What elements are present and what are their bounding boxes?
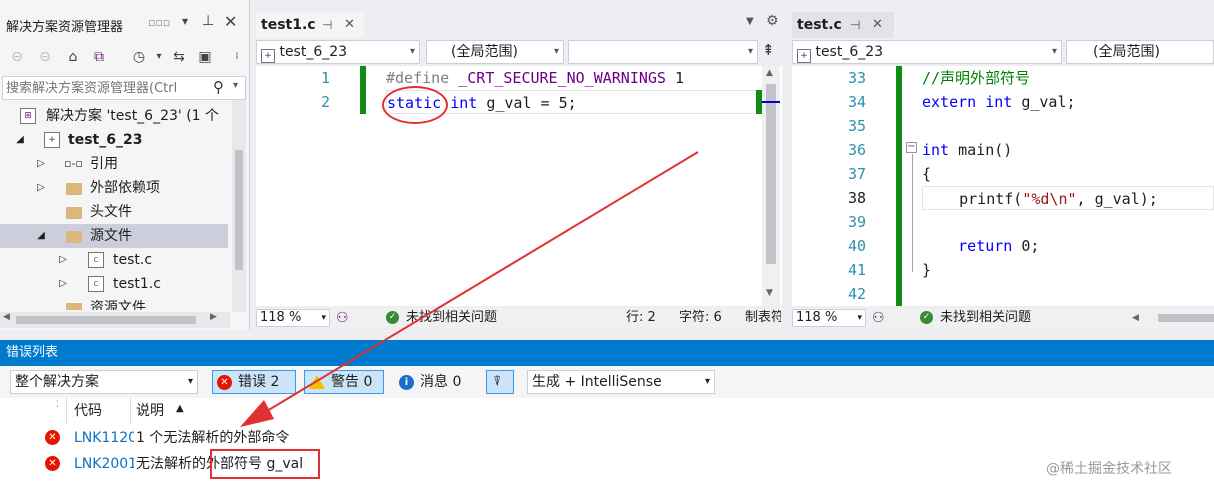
arrow-line (261, 151, 699, 415)
annotation-arrow (240, 151, 699, 427)
arrow-head (240, 400, 274, 427)
